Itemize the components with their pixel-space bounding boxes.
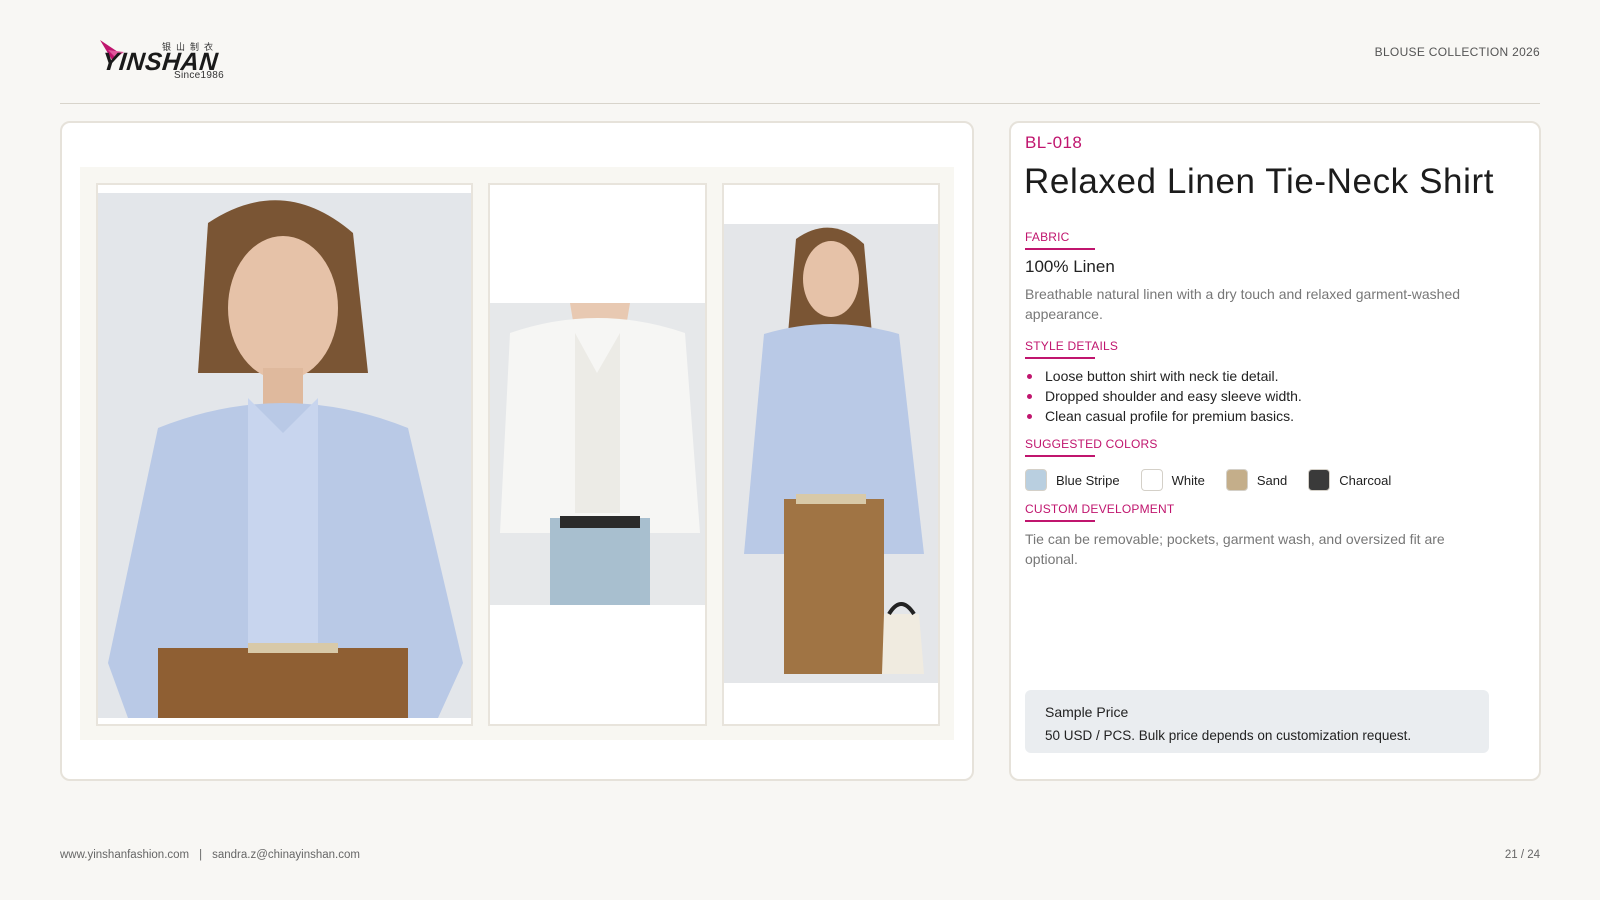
color-swatch [1225, 469, 1248, 491]
color-option-blue-stripe: Blue Stripe [1025, 469, 1120, 491]
style-details-list: Loose button shirt with neck tie detail.… [1025, 366, 1302, 426]
suggested-colors-label: SUGGESTED COLORS [1025, 437, 1158, 457]
brand-logo: 银山制衣 YINSHAN Since1986 [98, 38, 238, 84]
list-item: Dropped shoulder and easy sleeve width. [1025, 386, 1302, 406]
color-option-white: White [1140, 469, 1205, 491]
color-swatch [1140, 469, 1163, 491]
footer-contact: www.yinshanfashion.com | sandra.z@chinayin… [60, 849, 360, 861]
model-full-image [724, 224, 938, 683]
color-swatch [1308, 469, 1331, 491]
fabric-description: Breathable natural linen with a dry touc… [1025, 286, 1461, 322]
price-text: 50 USD / PCS. Bulk price depends on cust… [1045, 728, 1412, 743]
custom-development-text: Tie can be removable; pockets, garment w… [1025, 531, 1445, 567]
color-label: Charcoal [1339, 472, 1392, 488]
price-title: Sample Price [1045, 704, 1129, 720]
product-info-card [1009, 121, 1541, 781]
list-item: Clean casual profile for premium basics. [1025, 406, 1302, 426]
style-details-label: STYLE DETAILS [1025, 339, 1119, 359]
full-body-photo [722, 183, 940, 726]
footer-separator: | [199, 849, 203, 861]
color-swatch [1025, 469, 1047, 491]
model-front-image [98, 193, 471, 718]
color-label: Blue Stripe [1056, 472, 1120, 488]
color-option-charcoal: Charcoal [1308, 469, 1391, 491]
model-tied-image [490, 303, 705, 605]
front-view-photo [96, 183, 473, 726]
page-number: 21 / 24 [1504, 849, 1540, 861]
header-divider [60, 103, 1540, 104]
color-option-sand: Sand [1225, 469, 1288, 491]
email-link[interactable]: sandra.z@chinayinshan.com [212, 849, 360, 861]
product-title: Relaxed Linen Tie-Neck Shirt [1024, 162, 1495, 201]
color-label: White [1171, 472, 1205, 488]
custom-development-label: CUSTOM DEVELOPMENT [1025, 502, 1175, 522]
list-item: Loose button shirt with neck tie detail. [1025, 366, 1302, 386]
sample-price-box: Sample Price 50 USD / PCS. Bulk price de… [1025, 690, 1489, 753]
logo-since: Since1986 [174, 70, 224, 81]
fabric-label: FABRIC [1025, 230, 1095, 250]
color-label: Sand [1256, 472, 1288, 488]
fabric-value: 100% Linen [1025, 257, 1115, 276]
collection-title: BLOUSE COLLECTION 2026 [1374, 45, 1540, 59]
product-code: BL-018 [1025, 133, 1083, 152]
color-swatches: Blue Stripe White Sand Charcoal [1025, 469, 1412, 491]
tied-front-photo [488, 183, 707, 726]
website-link[interactable]: www.yinshanfashion.com [60, 849, 189, 861]
